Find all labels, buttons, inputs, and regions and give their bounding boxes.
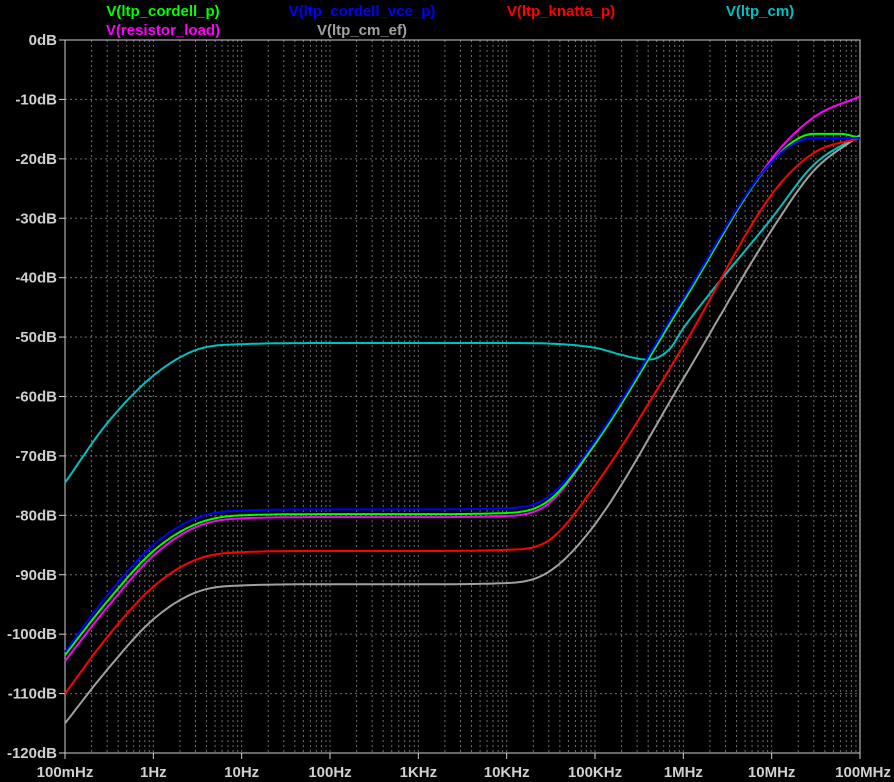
y-tick-label: -90dB — [15, 567, 57, 584]
x-tick-label: 10MHz — [748, 764, 796, 781]
legend-entry-v-ltp-cm-ef[interactable]: V(ltp_cm_ef) — [317, 22, 407, 39]
y-tick-label: -110dB — [8, 686, 57, 703]
x-tick-label: 1KHz — [400, 764, 438, 781]
x-tick-label: 10KHz — [484, 764, 530, 781]
y-tick-label: -70dB — [15, 448, 57, 465]
legend-entry-v-ltp-knatta-p[interactable]: V(ltp_knatta_p) — [507, 3, 615, 20]
y-tick-label: -120dB — [7, 745, 57, 762]
x-tick-label: 1MHz — [664, 764, 703, 781]
y-tick-label: -80dB — [15, 507, 57, 524]
legend-entry-v-ltp-cordell-vce-p[interactable]: V(ltp_cordell_vce_p) — [289, 3, 436, 20]
legend-entry-v-ltp-cm[interactable]: V(ltp_cm) — [726, 3, 794, 20]
x-tick-label: 100KHz — [568, 764, 622, 781]
legend-entry-v-resistor-load[interactable]: V(resistor_load) — [106, 22, 220, 39]
y-tick-label: -50dB — [15, 329, 57, 346]
y-tick-label: -60dB — [15, 389, 57, 406]
legend-entry-v-ltp-cordell-p[interactable]: V(ltp_cordell_p) — [106, 3, 219, 20]
y-tick-label: 0dB — [29, 32, 58, 49]
x-tick-label: 1Hz — [140, 764, 167, 781]
x-tick-label: 100MHz — [835, 764, 891, 781]
x-tick-label: 100Hz — [308, 764, 351, 781]
x-tick-label: 100mHz — [37, 764, 94, 781]
y-tick-label: -30dB — [15, 210, 57, 227]
y-tick-label: -10dB — [15, 91, 57, 108]
y-tick-label: -20dB — [15, 151, 57, 168]
y-tick-label: -100dB — [7, 626, 57, 643]
x-tick-label: 10Hz — [224, 764, 259, 781]
y-tick-label: -40dB — [15, 270, 57, 287]
bode-plot: 0dB -10dB -20dB -30dB -40dB -50dB -60dB -70dB -8… — [0, 0, 894, 782]
